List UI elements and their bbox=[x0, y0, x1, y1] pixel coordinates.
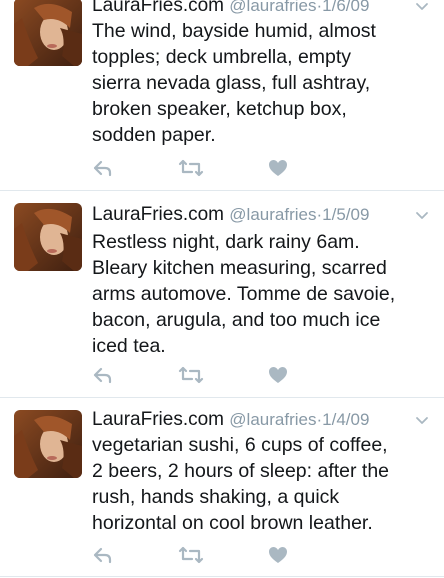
tweet-line: rush, hands shaking, a quick bbox=[92, 486, 340, 508]
tweet-text: The wind, bayside humid, almost topples;… bbox=[92, 18, 430, 148]
reply-icon[interactable] bbox=[92, 157, 114, 179]
author-handle[interactable]: @laurafries bbox=[229, 0, 316, 15]
tweet-header: LauraFries.com @laurafries·1/4/09 bbox=[92, 408, 430, 432]
author-handle[interactable]: @laurafries bbox=[229, 205, 316, 224]
author-handle[interactable]: @laurafries bbox=[229, 410, 316, 429]
tweet-header: LauraFries.com @laurafries·1/6/09 bbox=[92, 0, 430, 18]
tweet-divider bbox=[0, 576, 444, 577]
tweet-line: sierra nevada glass, full ashtray, bbox=[92, 72, 371, 94]
chevron-down-icon[interactable] bbox=[414, 207, 430, 223]
tweet[interactable]: LauraFries.com @laurafries·1/6/09 The wi… bbox=[0, 0, 444, 190]
tweet-line: iced tea. bbox=[92, 335, 166, 357]
retweet-icon[interactable] bbox=[178, 364, 204, 386]
tweet-line: horizontal on cool brown leather. bbox=[92, 512, 373, 534]
tweet-actions bbox=[92, 544, 312, 566]
avatar[interactable] bbox=[14, 203, 82, 271]
tweet[interactable]: LauraFries.com @laurafries·1/5/09 Restle… bbox=[0, 191, 444, 397]
tweet-timeline: LauraFries.com @laurafries·1/6/09 The wi… bbox=[0, 0, 444, 578]
retweet-icon[interactable] bbox=[178, 157, 204, 179]
tweet-line: topples; deck umbrella, empty bbox=[92, 46, 352, 68]
heart-icon[interactable] bbox=[267, 157, 289, 179]
tweet-line: 2 beers, 2 hours of sleep: after the bbox=[92, 460, 390, 482]
avatar-photo bbox=[14, 0, 82, 66]
avatar-photo bbox=[14, 410, 82, 478]
tweet-line: Restless night, dark rainy 6am. bbox=[92, 231, 360, 253]
tweet-line: sodden paper. bbox=[92, 124, 216, 146]
tweet-line: broken speaker, ketchup box, bbox=[92, 98, 347, 120]
tweet-text: Restless night, dark rainy 6am. Bleary k… bbox=[92, 229, 430, 359]
chevron-down-icon[interactable] bbox=[414, 412, 430, 428]
heart-icon[interactable] bbox=[267, 364, 289, 386]
tweet-line: vegetarian sushi, 6 cups of coffee, bbox=[92, 434, 388, 456]
tweet-line: Bleary kitchen measuring, scarred bbox=[92, 257, 387, 279]
tweet[interactable]: LauraFries.com @laurafries·1/4/09 vegeta… bbox=[0, 398, 444, 578]
heart-icon[interactable] bbox=[267, 544, 289, 566]
tweet-line: bacon, arugula, and too much ice bbox=[92, 309, 381, 331]
chevron-down-icon[interactable] bbox=[414, 0, 430, 14]
author-name[interactable]: LauraFries.com bbox=[92, 204, 224, 225]
tweet-line: The wind, bayside humid, almost bbox=[92, 20, 376, 42]
retweet-icon[interactable] bbox=[178, 544, 204, 566]
tweet-actions bbox=[92, 364, 312, 386]
tweet-date[interactable]: 1/4/09 bbox=[322, 410, 369, 429]
tweet-header: LauraFries.com @laurafries·1/5/09 bbox=[92, 203, 430, 227]
author-name[interactable]: LauraFries.com bbox=[92, 0, 224, 16]
tweet-date[interactable]: 1/6/09 bbox=[322, 0, 369, 15]
author-name[interactable]: LauraFries.com bbox=[92, 409, 224, 430]
avatar[interactable] bbox=[14, 0, 82, 66]
reply-icon[interactable] bbox=[92, 544, 114, 566]
tweet-text: vegetarian sushi, 6 cups of coffee, 2 be… bbox=[92, 432, 430, 536]
tweet-actions bbox=[92, 157, 312, 179]
tweet-date[interactable]: 1/5/09 bbox=[322, 205, 369, 224]
reply-icon[interactable] bbox=[92, 364, 114, 386]
avatar-photo bbox=[14, 203, 82, 271]
tweet-line: arms automove. Tomme de savoie, bbox=[92, 283, 396, 305]
avatar[interactable] bbox=[14, 410, 82, 478]
